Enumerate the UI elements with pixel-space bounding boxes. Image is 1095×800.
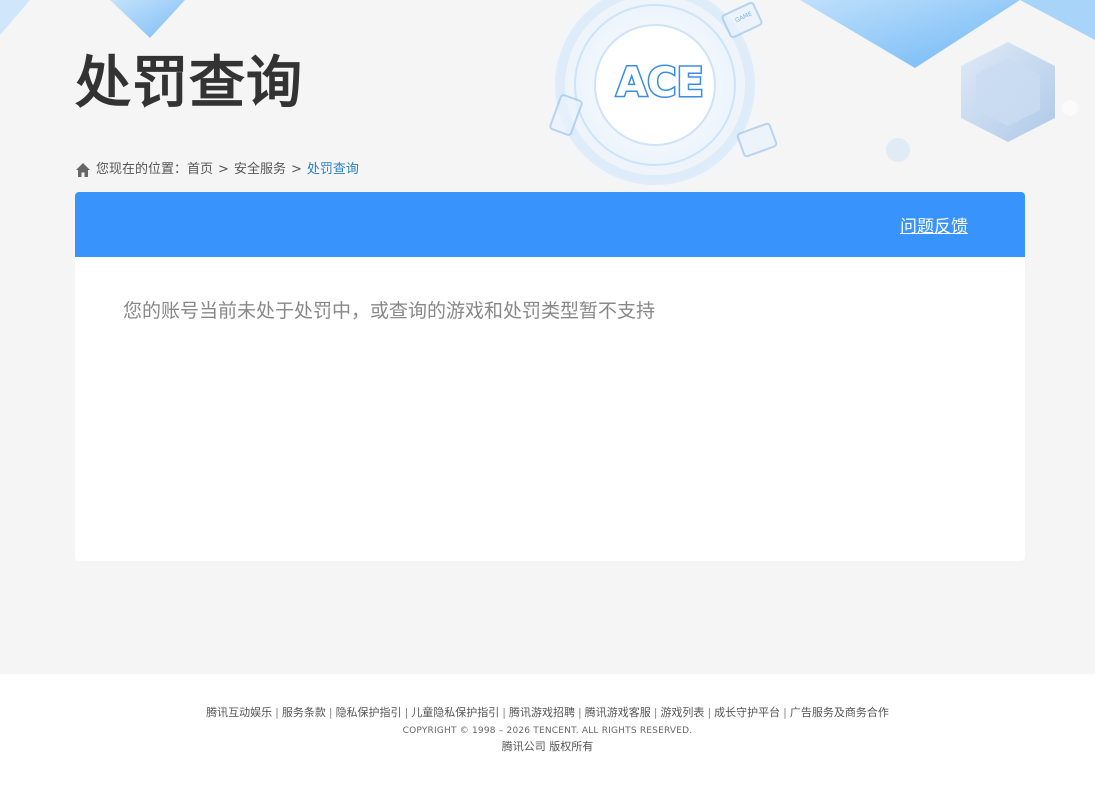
rights-reserved: 腾讯公司 版权所有: [501, 740, 594, 753]
footer-link-tencent-interactive[interactable]: 腾讯互动娱乐: [206, 706, 272, 719]
footer-separator: |: [653, 706, 658, 719]
game-badge-icon: GAME: [734, 10, 753, 24]
footer-separator: |: [707, 706, 712, 719]
footer-links: 腾讯互动娱乐 | 服务条款 | 隐私保护指引 | 儿童隐私保护指引 | 腾讯游戏招聘 | 腾讯游戏客…: [0, 706, 1095, 720]
copyright: COPYRIGHT © 1998 – 2026 TENCENT. ALL RIG…: [402, 726, 693, 736]
footer-separator: |: [783, 706, 787, 719]
breadcrumb-current: 处罚查询: [306, 162, 359, 177]
breadcrumb-separator: >: [290, 162, 302, 177]
panel-body: 您的账号当前未处于处罚中，或查询的游戏和处罚类型暂不支持: [75, 257, 1025, 365]
footer-link-advertising[interactable]: 广告服务及商务合作: [790, 706, 889, 719]
footer-link-growth-guard[interactable]: 成长守护平台: [714, 706, 780, 719]
result-message: 您的账号当前未处于处罚中，或查询的游戏和处罚类型暂不支持: [123, 300, 656, 322]
footer-link-careers[interactable]: 腾讯游戏招聘: [509, 706, 575, 719]
game-badge-text: GAME: [734, 10, 753, 24]
breadcrumb-item-home[interactable]: 首页: [187, 160, 213, 180]
home-icon: [76, 163, 90, 177]
page-title: 处罚查询: [75, 51, 303, 116]
footer-separator: |: [328, 706, 333, 719]
footer-separator: |: [578, 706, 582, 719]
breadcrumb-item-security-services[interactable]: 安全服务: [234, 160, 286, 180]
footer-separator: |: [404, 706, 409, 719]
result-panel: 问题反馈 您的账号当前未处于处罚中，或查询的游戏和处罚类型暂不支持: [75, 192, 1025, 561]
breadcrumb: 您现在的位置： 首页 > 安全服务 > 处罚查询: [75, 160, 359, 180]
breadcrumb-prefix: 您现在的位置：: [96, 162, 188, 177]
footer-link-child-privacy[interactable]: 儿童隐私保护指引: [411, 706, 499, 719]
footer-link-game-list[interactable]: 游戏列表: [660, 706, 704, 719]
panel-header: 问题反馈: [75, 192, 1025, 257]
footer-link-terms[interactable]: 服务条款: [282, 706, 326, 719]
footer-separator: |: [275, 706, 279, 719]
ace-logo-text: ACE: [616, 60, 704, 104]
footer-separator: |: [502, 706, 506, 719]
footer: 腾讯互动娱乐 | 服务条款 | 隐私保护指引 | 儿童隐私保护指引 | 腾讯游戏招聘 | 腾讯游戏客…: [0, 674, 1095, 800]
page: ACE GAME 处罚查询 您现在的位置： 首页 > 安全服务 > 处罚查询 问…: [0, 0, 1095, 800]
breadcrumb-separator: >: [218, 162, 229, 177]
ace-logo: ACE: [615, 59, 706, 105]
feedback-link[interactable]: 问题反馈: [900, 212, 968, 237]
footer-link-customer-service[interactable]: 腾讯游戏客服: [585, 706, 651, 719]
footer-link-privacy[interactable]: 隐私保护指引: [336, 706, 402, 719]
